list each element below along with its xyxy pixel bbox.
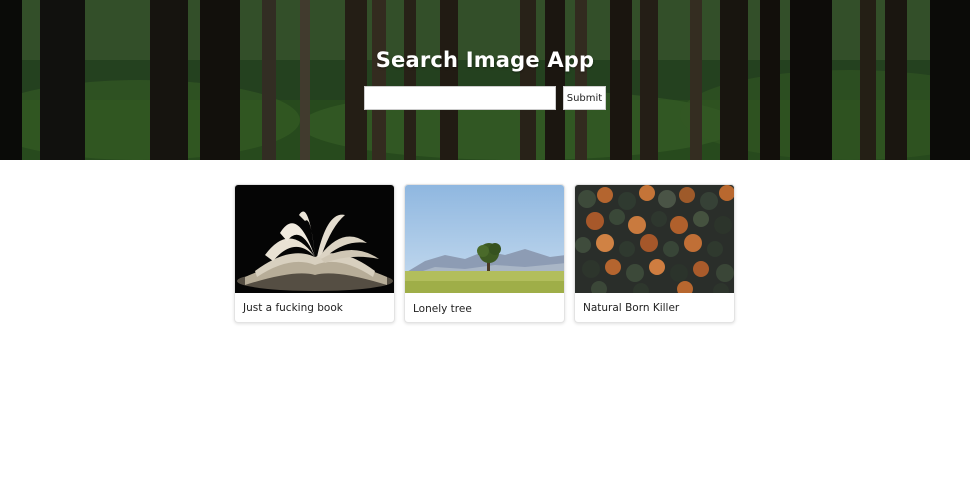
search-form: Submit bbox=[363, 86, 607, 110]
image-card[interactable]: Just a fucking book bbox=[234, 184, 395, 323]
image-card[interactable]: Lonely tree bbox=[404, 184, 565, 323]
card-caption: Lonely tree bbox=[413, 303, 472, 315]
image-card[interactable]: Natural Born Killer bbox=[574, 184, 735, 323]
open-book-image bbox=[235, 185, 394, 293]
page-title: Search Image App bbox=[375, 48, 595, 72]
card-caption: Just a fucking book bbox=[243, 302, 343, 314]
card-caption: Natural Born Killer bbox=[583, 302, 680, 314]
hero-banner: Search Image App Submit bbox=[0, 0, 970, 160]
autumn-forest-image bbox=[575, 185, 734, 293]
submit-button[interactable]: Submit bbox=[563, 86, 606, 110]
forest-background-image bbox=[0, 0, 970, 160]
lonely-tree-image bbox=[405, 185, 564, 293]
search-input[interactable] bbox=[364, 86, 556, 110]
